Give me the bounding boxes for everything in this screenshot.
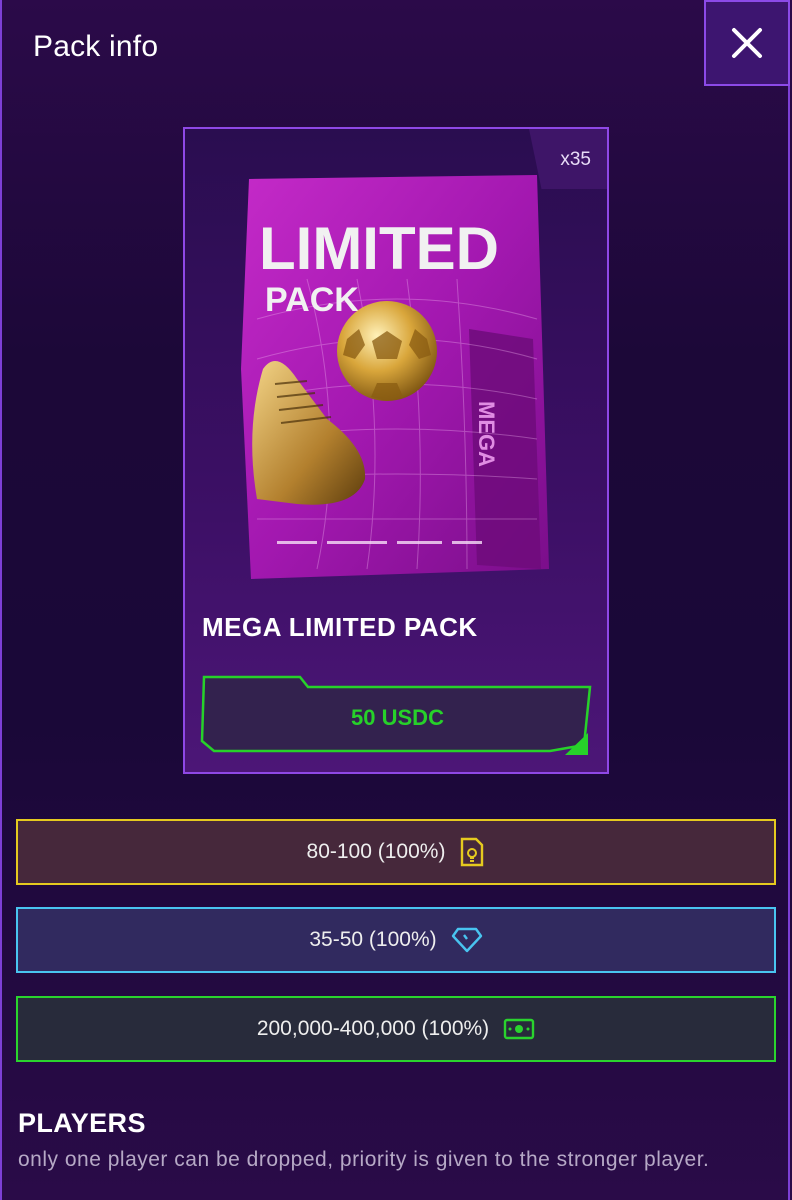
cash-icon [503, 1018, 535, 1040]
tier-cash: 200,000-400,000 (100%) [16, 996, 776, 1062]
tier-diamond-label: 35-50 (100%) [309, 928, 437, 951]
price-button[interactable]: 50 USDC [200, 675, 595, 757]
tier-diamond: 35-50 (100%) [16, 907, 776, 973]
tier-cash-label: 200,000-400,000 (100%) [256, 1017, 490, 1040]
players-description: only one player can be dropped, priority… [18, 1148, 710, 1171]
close-icon [732, 28, 762, 58]
pack-art-subtitle: PACK [265, 281, 359, 319]
pack-art-title: LIMITED [259, 215, 499, 282]
tier-rating: 80-100 (100%) [16, 819, 776, 885]
pack-name: MEGA LIMITED PACK [202, 612, 478, 642]
tier-rating-label: 80-100 (100%) [306, 840, 446, 863]
diamond-icon [451, 927, 482, 953]
price-label: 50 USDC [351, 705, 444, 730]
pack-image: LIMITED PACK MEGA [241, 175, 549, 579]
pack-art-side-label: MEGA [474, 401, 499, 467]
rating-card-icon [461, 837, 484, 867]
players-heading: PLAYERS [18, 1108, 146, 1138]
pack-count: x35 [560, 149, 591, 170]
page-title: Pack info [33, 30, 159, 63]
pack-card[interactable]: x35 LIMITED PACK MEGA MEGA LIMITED PACK … [183, 127, 609, 774]
close-button[interactable] [704, 0, 790, 86]
